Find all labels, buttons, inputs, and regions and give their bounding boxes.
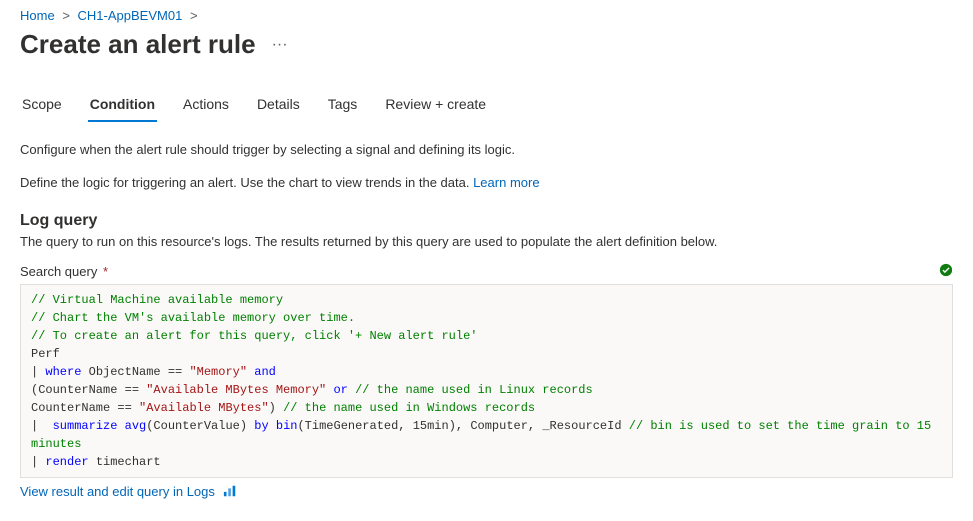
code-comment: // Chart the VM's available memory over … [31, 311, 355, 325]
log-query-heading: Log query [20, 212, 953, 230]
tab-details[interactable]: Details [255, 90, 302, 122]
define-text: Define the logic for triggering an alert… [20, 175, 953, 190]
code-comment: // Virtual Machine available memory [31, 293, 283, 307]
view-result-row: View result and edit query in Logs [20, 484, 953, 501]
breadcrumb-resource[interactable]: CH1-AppBEVM01 [78, 8, 183, 23]
code-comment: // To create an alert for this query, cl… [31, 329, 477, 343]
breadcrumb-sep-1: > [62, 8, 70, 23]
tab-scope[interactable]: Scope [20, 90, 64, 122]
breadcrumb: Home > CH1-AppBEVM01 > [20, 8, 953, 23]
breadcrumb-home[interactable]: Home [20, 8, 55, 23]
page-title: Create an alert rule [20, 29, 256, 60]
search-query-label: Search query * [20, 263, 953, 280]
query-editor[interactable]: // Virtual Machine available memory // C… [20, 284, 953, 478]
view-result-link[interactable]: View result and edit query in Logs [20, 484, 215, 499]
tab-condition[interactable]: Condition [88, 90, 157, 122]
learn-more-link[interactable]: Learn more [473, 175, 539, 190]
check-icon [939, 263, 953, 280]
tab-actions[interactable]: Actions [181, 90, 231, 122]
tab-review[interactable]: Review + create [383, 90, 488, 122]
log-query-desc: The query to run on this resource's logs… [20, 234, 953, 249]
configure-text: Configure when the alert rule should tri… [20, 142, 953, 157]
code-line: Perf [31, 347, 60, 361]
tab-tags[interactable]: Tags [326, 90, 360, 122]
logs-icon [223, 484, 237, 501]
title-row: Create an alert rule ··· [20, 29, 953, 60]
breadcrumb-sep-2: > [190, 8, 198, 23]
tab-bar: Scope Condition Actions Details Tags Rev… [20, 90, 953, 122]
more-actions-button[interactable]: ··· [266, 36, 294, 54]
